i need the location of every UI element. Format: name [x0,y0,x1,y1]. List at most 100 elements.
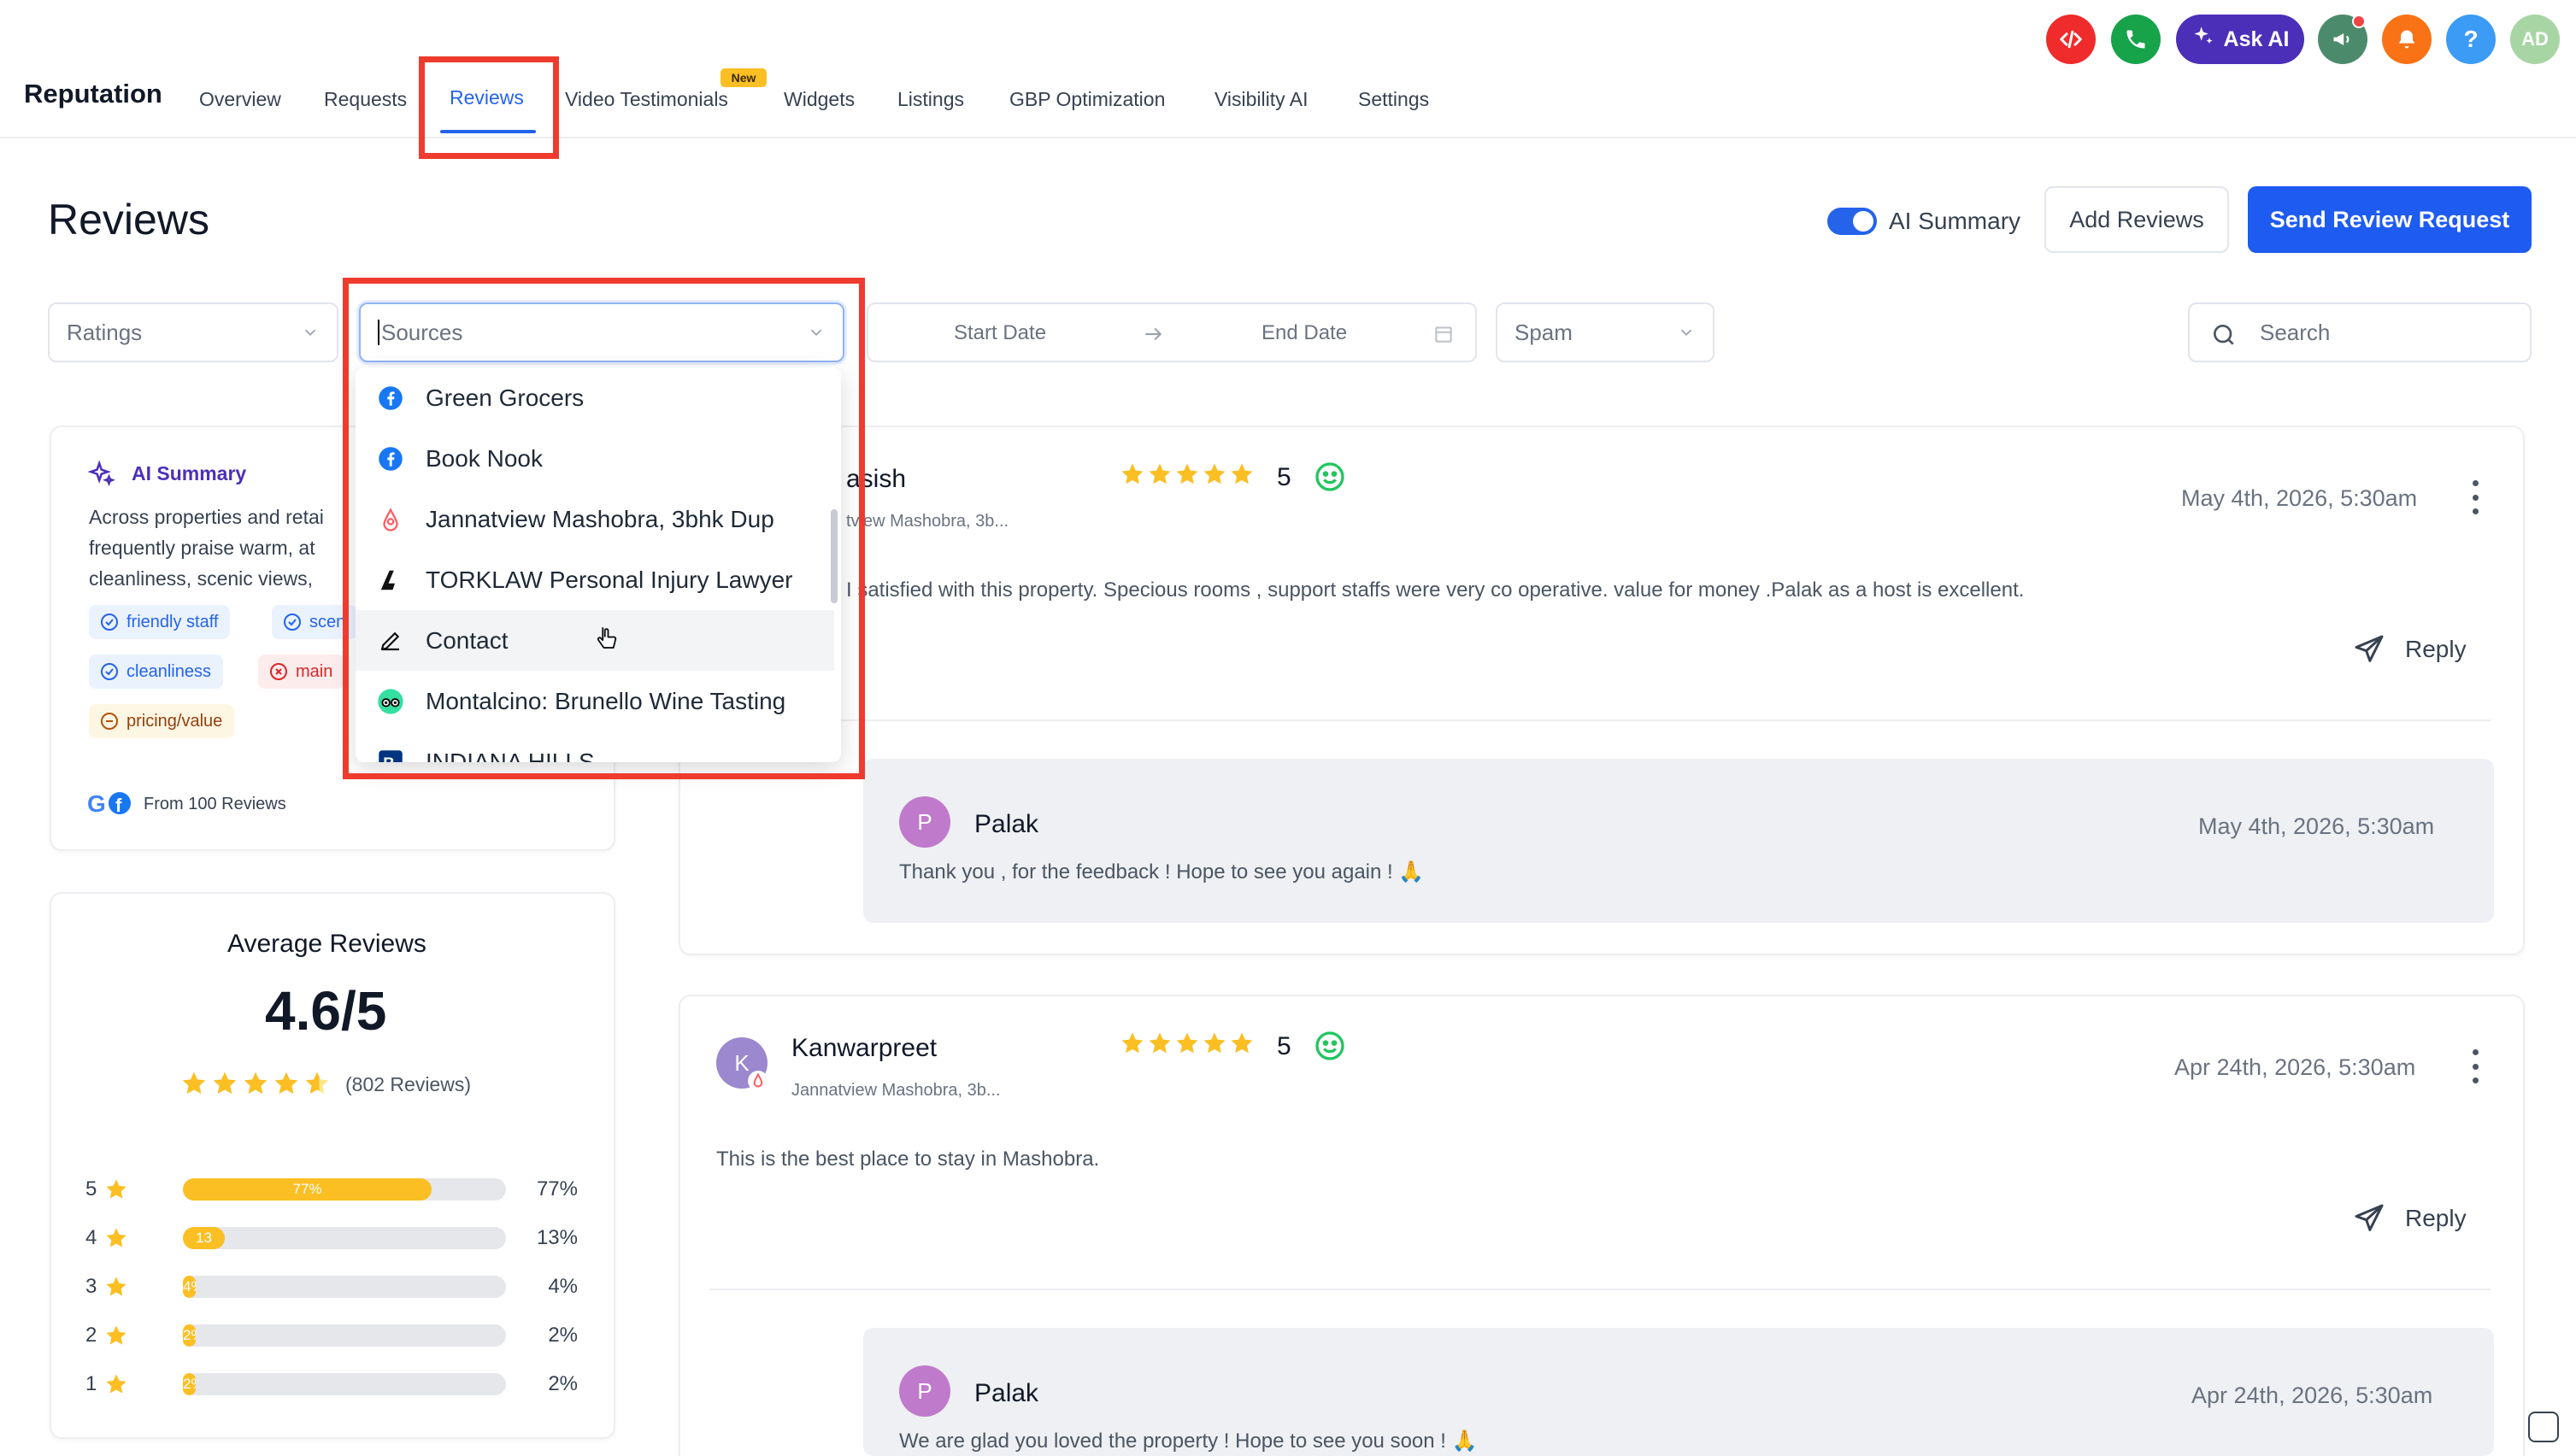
half-star-icon [305,1071,329,1095]
tab-video-testimonials[interactable]: Video Testimonials [565,88,728,111]
send-review-request-button[interactable]: Send Review Request [2248,186,2532,253]
chip-friendly-staff[interactable]: friendly staff [89,605,231,639]
chevron-down-icon [304,329,316,337]
star-icon [106,1374,126,1394]
search-input[interactable]: Search [2188,302,2532,362]
add-reviews-button[interactable]: Add Reviews [2044,186,2229,253]
phone-icon[interactable] [2111,15,2161,64]
dropdown-option-label: Montalcino: Brunello Wine Tasting [426,687,786,714]
spam-select[interactable]: Spam [1496,302,1714,362]
page-title: Reviews [48,196,209,244]
date-range-picker[interactable]: Start Date End Date [867,302,1477,362]
avatar: P [899,1365,950,1417]
facebook-icon [376,444,405,473]
start-date-field[interactable]: Start Date [954,321,1046,345]
ratings-select-label: Ratings [67,319,143,345]
sources-select[interactable]: Sources [359,302,844,362]
dropdown-option-indiana-hills[interactable]: B. INDIANA HILLS [356,731,834,762]
x-circle-icon [270,663,287,680]
ratings-select[interactable]: Ratings [48,302,338,362]
divider [709,1289,2491,1290]
rating-row-star: 5 [85,1177,97,1201]
google-facebook-icon: G f [87,790,131,817]
send-icon [2355,635,2384,662]
active-tab-indicator [440,130,536,133]
sources-select-label: Sources [381,319,463,345]
average-review-count: (802 Reviews) [345,1073,471,1095]
rating-row-percent: 2% [548,1372,578,1395]
star-icon [1121,1032,1144,1054]
tab-listings[interactable]: Listings [897,88,964,111]
star-icon [182,1071,206,1095]
user-avatar[interactable]: AD [2510,15,2560,64]
booking-icon: B. [376,748,405,762]
rating-row-star: 4 [85,1226,97,1249]
reply-label: Reply [2405,636,2467,662]
reply-text: Thank you , for the feedback ! Hope to s… [899,860,1425,884]
tab-gbp-optimization[interactable]: GBP Optimization [1009,88,1165,111]
more-options-icon[interactable] [2471,480,2479,514]
star-icon [106,1277,126,1296]
review-text: This is the best place to stay in Mashob… [716,1148,1100,1171]
dropdown-scrollbar[interactable] [831,509,838,603]
chip-pricing-value[interactable]: pricing/value [89,704,235,738]
reviewer-name: Kanwarpreet [791,1034,938,1062]
reviewer-name: asish [846,465,907,493]
review-date: Apr 24th, 2026, 5:30am [2174,1054,2416,1080]
reply-button[interactable]: Reply [2352,632,2467,666]
more-options-icon[interactable] [2471,1049,2479,1083]
tab-requests[interactable]: Requests [324,88,407,111]
tripadvisor-icon [376,687,405,716]
chip-maintenance[interactable]: main [258,655,345,689]
dropdown-option-green-grocers[interactable]: Green Grocers [356,367,834,428]
dropdown-option-contact[interactable]: Contact [356,610,834,671]
rating-row-percent: 77% [536,1177,578,1201]
star-icon [1121,463,1144,484]
reply-author-name: Palak [974,1379,1039,1407]
rating-bar-track: 2% [183,1324,506,1347]
spam-select-label: Spam [1514,319,1573,345]
ai-summary-toggle[interactable] [1827,208,1877,235]
reply-author-name: Palak [974,810,1039,838]
airbnb-icon [748,1071,768,1091]
code-icon[interactable] [2046,15,2096,64]
reply-date: Apr 24th, 2026, 5:30am [2191,1383,2433,1408]
bell-icon[interactable] [2382,15,2432,64]
tab-visibility-ai[interactable]: Visibility AI [1214,88,1309,111]
calendar-icon[interactable] [1432,323,1455,345]
screenshot-icon[interactable] [2528,1412,2559,1442]
ask-ai-label: Ask AI [2223,26,2290,51]
reply-button[interactable]: Reply [2352,1201,2467,1236]
star-icon [1231,1032,1253,1054]
average-star-rating [179,1070,332,1097]
svg-text:f: f [115,795,122,816]
review-location: Jannatview Mashobra, 3b... [791,1081,1001,1100]
dropdown-option-montalcino[interactable]: Montalcino: Brunello Wine Tasting [356,671,834,731]
review-location: tview Mashobra, 3b... [846,512,1009,531]
sparkle-icon [2191,25,2215,55]
rating-bar-fill: 2% [183,1324,197,1347]
chip-scenic[interactable]: scen [272,605,358,639]
star-icon [1149,1032,1171,1054]
dropdown-option-jannatview[interactable]: Jannatview Mashobra, 3bhk Dup [356,489,834,549]
tab-reviews[interactable]: Reviews [450,86,524,109]
chip-cleanliness[interactable]: cleanliness [89,655,223,689]
ask-ai-button[interactable]: Ask AI [2176,15,2304,64]
end-date-field[interactable]: End Date [1262,321,1347,345]
tab-overview[interactable]: Overview [199,88,281,111]
rating-bar-track: 13 [183,1227,506,1249]
new-badge: New [720,68,767,87]
dropdown-option-book-nook[interactable]: Book Nook [356,428,834,489]
arrow-right-icon [1145,327,1162,341]
tab-settings[interactable]: Settings [1358,88,1429,111]
dropdown-option-torklaw[interactable]: TORKLAW Personal Injury Lawyer [356,549,834,610]
help-button[interactable]: ? [2446,15,2496,64]
ai-summary-text-line: frequently praise warm, at [89,537,315,559]
hand-cursor-icon [597,627,617,649]
dropdown-option-label: Green Grocers [426,384,585,411]
tab-widgets[interactable]: Widgets [784,88,855,111]
star-icon [1176,463,1198,484]
star-icon [106,1325,126,1345]
avatar-initials: AD [2521,28,2549,50]
ai-summary-title: AI Summary [132,462,247,484]
